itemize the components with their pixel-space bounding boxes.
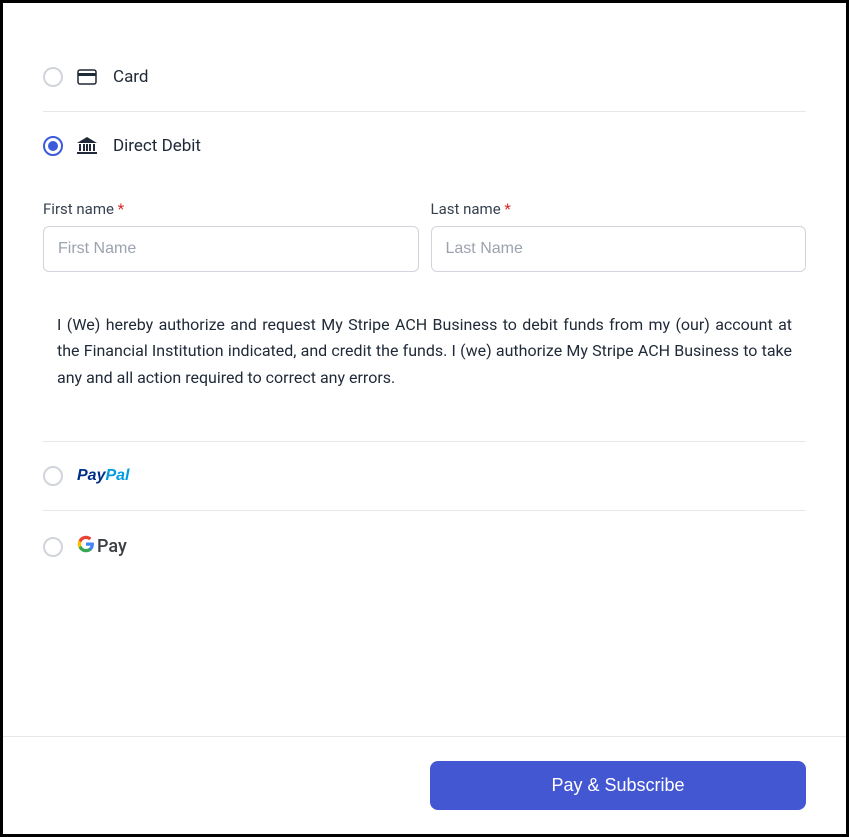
required-marker: * xyxy=(504,200,510,218)
direct-debit-label: Direct Debit xyxy=(113,136,201,156)
radio-gpay[interactable] xyxy=(43,537,63,557)
last-name-field-wrapper: Last name * xyxy=(431,200,807,272)
first-name-input[interactable] xyxy=(43,226,419,272)
radio-card[interactable] xyxy=(43,67,63,87)
google-g-icon xyxy=(77,535,95,558)
option-label-direct-debit[interactable]: Direct Debit xyxy=(77,136,201,156)
first-name-label: First name * xyxy=(43,200,419,218)
required-marker: * xyxy=(118,200,124,218)
authorization-text: I (We) hereby authorize and request My S… xyxy=(43,302,806,411)
paypal-pal-text: Pal xyxy=(105,467,129,484)
last-name-label: Last name * xyxy=(431,200,807,218)
last-name-label-text: Last name xyxy=(431,200,505,218)
radio-direct-debit[interactable] xyxy=(43,136,63,156)
option-label-paypal[interactable]: PayPal xyxy=(77,467,129,485)
bank-icon xyxy=(77,137,97,155)
gpay-label: Pay xyxy=(97,536,127,557)
direct-debit-form: First name * Last name * I (We) hereby a… xyxy=(43,180,806,441)
first-name-label-text: First name xyxy=(43,200,118,218)
radio-paypal[interactable] xyxy=(43,466,63,486)
card-icon xyxy=(77,69,97,85)
card-label: Card xyxy=(113,67,149,87)
paypal-icon: PayPal xyxy=(77,467,129,485)
payment-option-card[interactable]: Card xyxy=(43,43,806,111)
last-name-input[interactable] xyxy=(431,226,807,272)
pay-subscribe-button[interactable]: Pay & Subscribe xyxy=(430,761,806,810)
payment-option-paypal[interactable]: PayPal xyxy=(43,442,806,510)
footer: Pay & Subscribe xyxy=(3,736,846,834)
name-row: First name * Last name * xyxy=(43,200,806,272)
payment-option-direct-debit[interactable]: Direct Debit xyxy=(43,112,806,180)
first-name-field-wrapper: First name * xyxy=(43,200,419,272)
option-label-gpay[interactable]: Pay xyxy=(77,535,127,558)
option-label-card[interactable]: Card xyxy=(77,67,149,87)
paypal-pay-text: Pay xyxy=(77,467,105,484)
payment-option-gpay[interactable]: Pay xyxy=(43,511,806,582)
payment-form: Card Direct Debit xyxy=(3,3,846,736)
